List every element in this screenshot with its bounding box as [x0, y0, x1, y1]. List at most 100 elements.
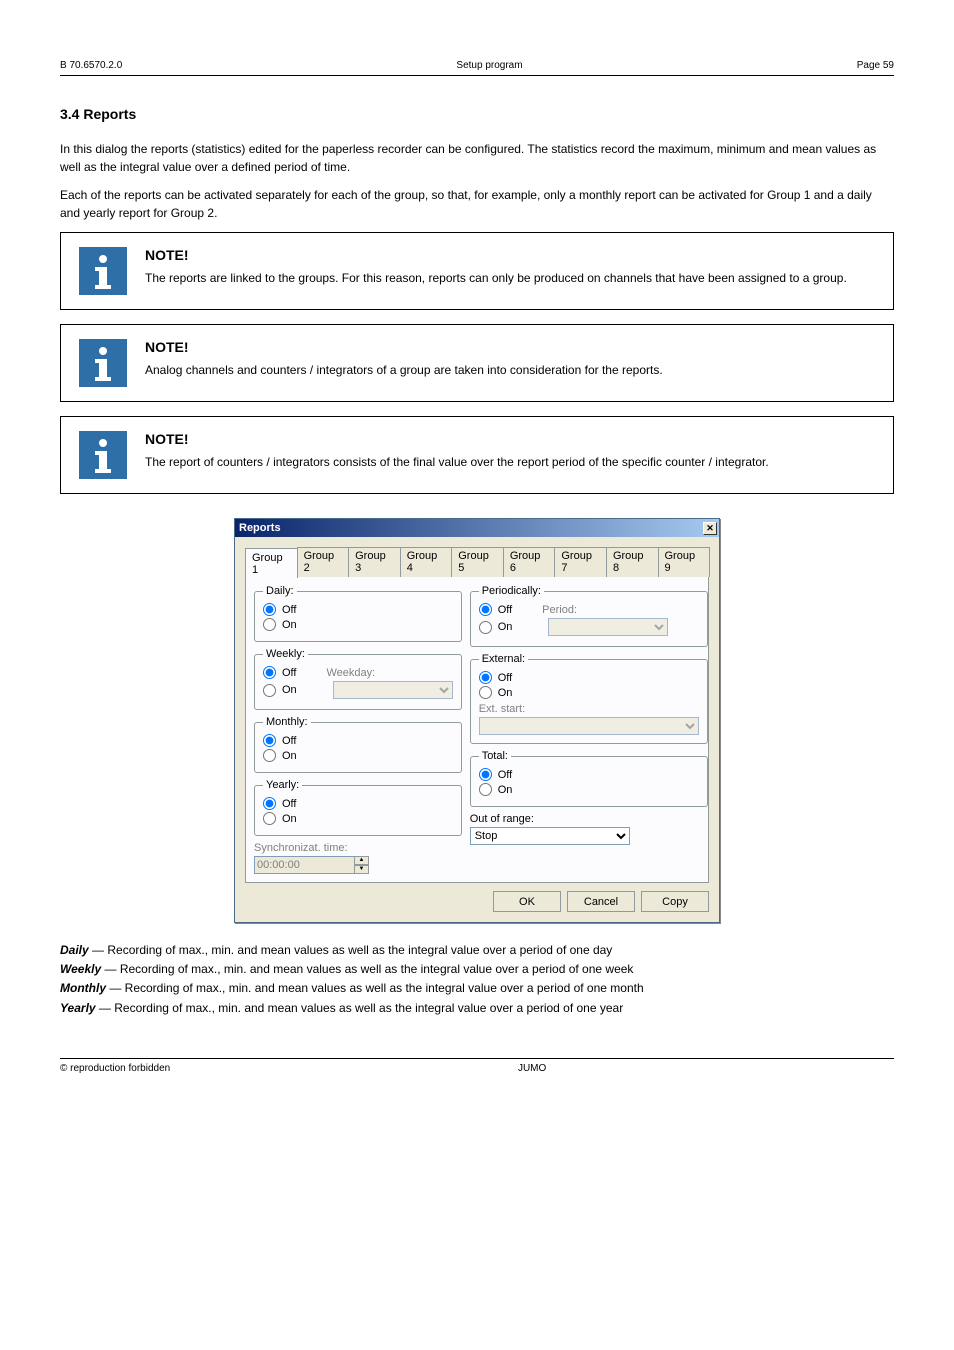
section-heading: 3.4 Reports	[60, 106, 894, 122]
weekday-select[interactable]	[333, 681, 453, 699]
info-icon	[79, 339, 127, 387]
daily-group: Daily: Off On	[254, 585, 462, 642]
group-tabs: Group 1 Group 2 Group 3 Group 4 Group 5 …	[245, 547, 709, 577]
periodically-on-label: On	[498, 621, 513, 633]
note-title: NOTE!	[145, 247, 875, 263]
desc-yearly-key: Yearly	[60, 1001, 96, 1015]
note-box-2: NOTE! Analog channels and counters / int…	[60, 324, 894, 402]
header-center: Setup program	[456, 60, 522, 71]
total-off-label: Off	[498, 769, 512, 781]
period-label: Period:	[542, 604, 577, 616]
weekly-off-radio[interactable]	[263, 666, 276, 679]
weekly-group: Weekly: Off Weekday: On	[254, 648, 462, 710]
tab-group-1[interactable]: Group 1	[245, 548, 298, 578]
reports-dialog: Reports ✕ Group 1 Group 2 Group 3 Group …	[234, 518, 720, 923]
monthly-group: Monthly: Off On	[254, 716, 462, 773]
note-box-3: NOTE! The report of counters / integrato…	[60, 416, 894, 494]
tab-group-3[interactable]: Group 3	[348, 547, 401, 577]
tab-group-9[interactable]: Group 9	[658, 547, 711, 577]
sync-label: Synchronizat. time:	[254, 842, 462, 854]
desc-monthly-key: Monthly	[60, 981, 106, 995]
tab-group-2[interactable]: Group 2	[297, 547, 350, 577]
cancel-button[interactable]: Cancel	[567, 891, 635, 912]
external-off-radio[interactable]	[479, 671, 492, 684]
periodically-off-label: Off	[498, 604, 512, 616]
period-select[interactable]	[548, 618, 668, 636]
daily-legend: Daily:	[263, 585, 297, 597]
page-header: B 70.6570.2.0 Setup program Page 59	[60, 60, 894, 76]
intro-para-2: Each of the reports can be activated sep…	[60, 186, 894, 222]
periodically-group: Periodically: Off Period: On	[470, 585, 708, 647]
desc-yearly-val: Recording of max., min. and mean values …	[114, 1001, 623, 1015]
desc-weekly-val: Recording of max., min. and mean values …	[120, 962, 634, 976]
tab-group-7[interactable]: Group 7	[554, 547, 607, 577]
note-title: NOTE!	[145, 431, 875, 447]
copy-button[interactable]: Copy	[641, 891, 709, 912]
monthly-on-radio[interactable]	[263, 749, 276, 762]
note-box-1: NOTE! The reports are linked to the grou…	[60, 232, 894, 310]
close-icon[interactable]: ✕	[703, 522, 717, 535]
total-off-radio[interactable]	[479, 768, 492, 781]
weekly-off-label: Off	[282, 667, 296, 679]
weekly-on-radio[interactable]	[263, 684, 276, 697]
header-left: B 70.6570.2.0	[60, 60, 122, 71]
page-footer: © reproduction forbidden JUMO	[60, 1058, 894, 1074]
out-of-range-label: Out of range:	[470, 813, 708, 825]
desc-monthly-val: Recording of max., min. and mean values …	[125, 981, 644, 995]
out-of-range-select[interactable]: Stop	[470, 827, 630, 845]
sync-time-spinner: ▲▼	[254, 856, 369, 874]
weekly-legend: Weekly:	[263, 648, 308, 660]
yearly-group: Yearly: Off On	[254, 779, 462, 836]
ext-start-select[interactable]	[479, 717, 699, 735]
tab-group-5[interactable]: Group 5	[451, 547, 504, 577]
external-on-radio[interactable]	[479, 686, 492, 699]
daily-on-label: On	[282, 619, 297, 631]
yearly-off-radio[interactable]	[263, 797, 276, 810]
sync-time-input[interactable]	[254, 856, 354, 874]
total-on-radio[interactable]	[479, 783, 492, 796]
daily-off-label: Off	[282, 604, 296, 616]
note-title: NOTE!	[145, 339, 875, 355]
periodically-on-radio[interactable]	[479, 621, 492, 634]
note-text: The report of counters / integrators con…	[145, 453, 875, 471]
monthly-off-radio[interactable]	[263, 734, 276, 747]
spin-down-icon[interactable]: ▼	[354, 865, 369, 874]
dialog-title: Reports	[239, 522, 703, 534]
tab-group-8[interactable]: Group 8	[606, 547, 659, 577]
spin-up-icon[interactable]: ▲	[354, 856, 369, 865]
ext-start-label: Ext. start:	[479, 703, 699, 715]
total-legend: Total:	[479, 750, 511, 762]
external-group: External: Off On Ext. start:	[470, 653, 708, 744]
tab-group-6[interactable]: Group 6	[503, 547, 556, 577]
info-icon	[79, 431, 127, 479]
daily-on-radio[interactable]	[263, 618, 276, 631]
yearly-on-label: On	[282, 813, 297, 825]
weekday-label: Weekday:	[326, 667, 375, 679]
total-on-label: On	[498, 784, 513, 796]
note-text: Analog channels and counters / integrato…	[145, 361, 875, 379]
weekly-on-label: On	[282, 684, 297, 696]
monthly-legend: Monthly:	[263, 716, 311, 728]
field-descriptions: Daily — Recording of max., min. and mean…	[60, 941, 894, 1018]
tab-group-4[interactable]: Group 4	[400, 547, 453, 577]
ok-button[interactable]: OK	[493, 891, 561, 912]
external-off-label: Off	[498, 672, 512, 684]
periodically-legend: Periodically:	[479, 585, 544, 597]
yearly-legend: Yearly:	[263, 779, 302, 791]
desc-weekly-key: Weekly	[60, 962, 101, 976]
external-legend: External:	[479, 653, 528, 665]
desc-daily-val: Recording of max., min. and mean values …	[107, 943, 612, 957]
info-icon	[79, 247, 127, 295]
total-group: Total: Off On	[470, 750, 708, 807]
monthly-on-label: On	[282, 750, 297, 762]
footer-left: © reproduction forbidden	[60, 1063, 170, 1074]
daily-off-radio[interactable]	[263, 603, 276, 616]
header-right: Page 59	[857, 60, 894, 71]
footer-center: JUMO	[518, 1063, 546, 1074]
yearly-on-radio[interactable]	[263, 812, 276, 825]
note-text: The reports are linked to the groups. Fo…	[145, 269, 875, 287]
external-on-label: On	[498, 687, 513, 699]
periodically-off-radio[interactable]	[479, 603, 492, 616]
desc-daily-key: Daily	[60, 943, 89, 957]
intro-para-1: In this dialog the reports (statistics) …	[60, 140, 894, 176]
